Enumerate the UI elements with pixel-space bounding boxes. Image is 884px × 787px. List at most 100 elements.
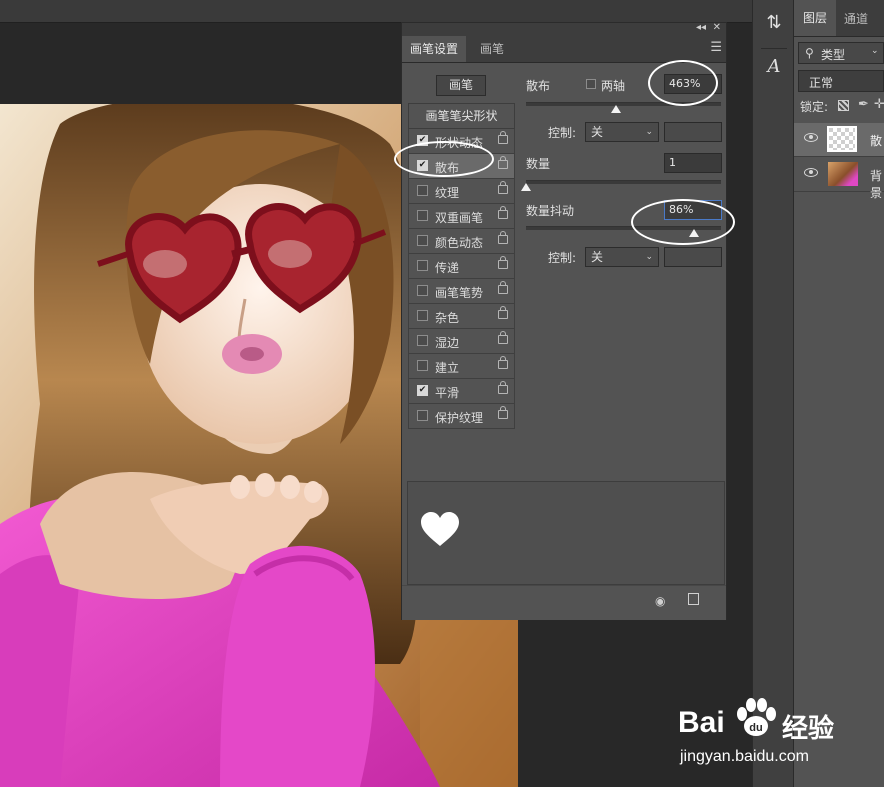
tab-brush[interactable]: 画笔 (472, 36, 512, 62)
scatter-slider-track[interactable] (526, 102, 721, 106)
option-label: 建立 (435, 361, 460, 375)
option-checkbox[interactable]: ✔ (417, 135, 428, 146)
control-1-select[interactable]: 关 ⌄ (585, 122, 659, 142)
svg-text:du: du (749, 722, 762, 734)
panel-menu-icon[interactable]: ☰ (710, 40, 722, 55)
baidu-jingyan-watermark: Bai du 经验 jingyan.baidu.com (668, 690, 878, 780)
watermark-brand-cn: 经验 (782, 714, 835, 744)
option-label: 形状动态 (435, 136, 484, 150)
option-checkbox[interactable] (417, 260, 428, 271)
brush-tip-shape-item[interactable]: 画笔笔尖形状 (408, 103, 515, 129)
brush-option-item[interactable]: 传递 (408, 254, 515, 279)
panel-title-bar[interactable]: ◂◂ ✕ (402, 22, 726, 36)
brush-option-item[interactable]: 颜色动态 (408, 229, 515, 254)
option-checkbox[interactable] (417, 185, 428, 196)
tab-layers[interactable]: 图层 (794, 0, 837, 36)
control-2-select[interactable]: 关 ⌄ (585, 247, 659, 267)
character-panel-icon[interactable]: A (761, 56, 787, 84)
option-checkbox[interactable] (417, 410, 428, 421)
layers-tab-row: 图层 通道 (794, 0, 884, 37)
both-axes-label: 两轴 (601, 79, 626, 93)
chevron-down-icon: ⌄ (645, 252, 653, 262)
count-slider-track[interactable] (526, 180, 721, 184)
blend-mode-select[interactable]: 正常 (798, 70, 884, 92)
lock-icon[interactable] (498, 406, 508, 419)
option-checkbox[interactable] (417, 360, 428, 371)
count-jitter-slider-thumb[interactable] (688, 229, 699, 237)
lock-icon[interactable] (498, 206, 508, 219)
chevron-down-icon: ⌄ (871, 46, 879, 56)
brush-option-item[interactable]: 杂色 (408, 304, 515, 329)
lock-icon[interactable] (498, 231, 508, 244)
lock-icon[interactable] (498, 256, 508, 269)
brush-option-item[interactable]: 湿边 (408, 329, 515, 354)
option-label: 传递 (435, 261, 460, 275)
brush-option-item[interactable]: ✔ 平滑 (408, 379, 515, 404)
option-checkbox[interactable] (417, 210, 428, 221)
control-2-value: 关 (591, 250, 604, 264)
control-2-label: 控制: (548, 251, 577, 265)
close-icon[interactable]: ✕ (713, 22, 721, 33)
option-checkbox[interactable] (417, 310, 428, 321)
option-label: 平滑 (435, 386, 460, 400)
option-label: 双重画笔 (435, 211, 484, 225)
eye-icon[interactable] (804, 133, 818, 142)
layer-row-scatter[interactable]: 散 (794, 123, 884, 157)
options-bar (0, 0, 752, 23)
tab-channels[interactable]: 通道 (844, 10, 868, 27)
lock-icon[interactable] (498, 331, 508, 344)
layers-panel: 图层 通道 ⚲ 类型 ⌄ 正常 锁定: ✒ ✛ 散 背景 (794, 0, 884, 787)
watermark-brand: Bai (678, 706, 725, 739)
option-checkbox[interactable]: ✔ (417, 385, 428, 396)
brush-stroke-preview (407, 481, 725, 585)
new-preset-icon[interactable] (688, 593, 699, 605)
option-checkbox[interactable]: ✔ (417, 160, 428, 171)
layer-name: 背景 (870, 169, 883, 200)
layer-filter-kind-select[interactable]: ⚲ 类型 ⌄ (798, 42, 884, 64)
lock-icon[interactable] (498, 381, 508, 394)
lock-icon[interactable] (498, 131, 508, 144)
lock-icon[interactable] (498, 356, 508, 369)
eye-toggle-icon[interactable]: ◉ (655, 594, 665, 608)
layer-name: 散 (870, 134, 883, 148)
brush-option-item[interactable]: ✔ 散布 (408, 154, 515, 179)
lock-transparent-pixels-icon[interactable] (838, 100, 849, 111)
collapse-icon[interactable]: ◂◂ (696, 22, 706, 33)
scatter-slider-thumb[interactable] (610, 105, 621, 113)
option-checkbox[interactable] (417, 285, 428, 296)
brush-option-item[interactable]: 画笔笔势 (408, 279, 515, 304)
option-checkbox[interactable] (417, 235, 428, 246)
brush-settings-toggle-icon[interactable]: ⇅ (761, 12, 787, 42)
lock-image-pixels-icon[interactable]: ✒ (858, 97, 869, 112)
option-label: 湿边 (435, 336, 460, 350)
brush-options-list: ✔ 形状动态 ✔ 散布 纹理双重画笔颜色动态传递画笔笔势 杂色湿边建立 ✔ 平滑保护纹理 (408, 129, 515, 429)
brush-option-item[interactable]: 纹理 (408, 179, 515, 204)
lock-icon[interactable] (498, 306, 508, 319)
control-2-extra-field (664, 247, 722, 267)
strip-divider (761, 48, 787, 49)
count-jitter-value-field[interactable]: 86% (664, 200, 722, 220)
tab-brush-settings[interactable]: 画笔设置 (402, 36, 467, 62)
lock-icon[interactable] (498, 281, 508, 294)
brush-presets-button[interactable]: 画笔 (436, 75, 486, 96)
brush-option-item[interactable]: ✔ 形状动态 (408, 129, 515, 154)
lock-icon[interactable] (498, 156, 508, 169)
count-value-field[interactable]: 1 (664, 153, 722, 173)
both-axes-checkbox[interactable] (586, 79, 596, 89)
option-checkbox[interactable] (417, 335, 428, 346)
eye-icon[interactable] (804, 168, 818, 177)
scatter-value-field[interactable]: 463% (664, 74, 722, 94)
count-slider-thumb[interactable] (521, 183, 531, 191)
layer-row-background[interactable]: 背景 (794, 158, 884, 200)
brush-option-item[interactable]: 保护纹理 (408, 404, 515, 429)
brush-option-item[interactable]: 双重画笔 (408, 204, 515, 229)
lock-position-icon[interactable]: ✛ (874, 97, 884, 112)
control-1-extra-field (664, 122, 722, 142)
layer-thumbnail-transparent (827, 126, 857, 152)
brush-option-item[interactable]: 建立 (408, 354, 515, 379)
layer-thumbnail-photo (828, 162, 858, 186)
heart-brush-icon (421, 512, 459, 546)
panel-footer: ◉ (402, 585, 726, 620)
lock-icon[interactable] (498, 181, 508, 194)
paw-logo-icon: du (737, 698, 776, 736)
